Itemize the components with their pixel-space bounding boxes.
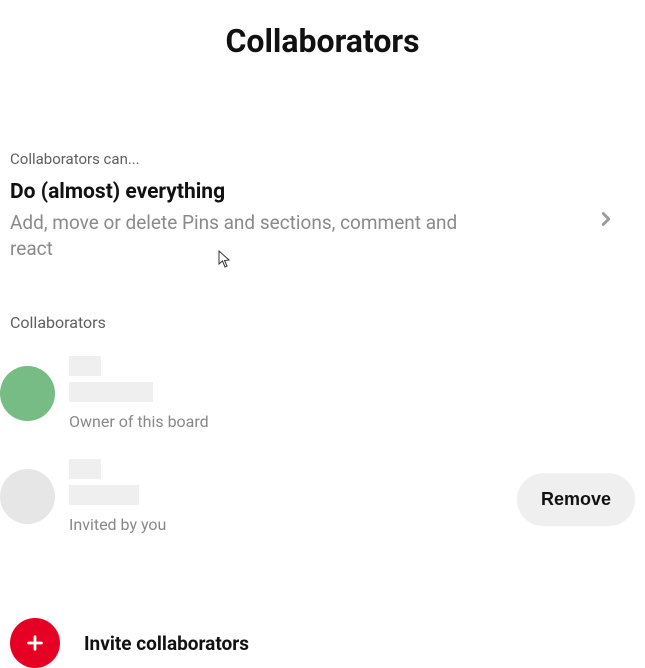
invite-collaborators-row[interactable]: Invite collaborators: [0, 618, 645, 668]
name-placeholder: [69, 485, 139, 505]
page-title: Collaborators: [0, 0, 645, 80]
name-placeholder: [69, 459, 101, 479]
permission-subtitle: Add, move or delete Pins and sections, c…: [10, 210, 490, 261]
collaborator-info: Owner of this board: [69, 356, 209, 431]
avatar: [0, 366, 55, 421]
collaborator-row: Owner of this board: [0, 350, 645, 453]
permissions-section-label: Collaborators can...: [0, 150, 645, 168]
permission-text-wrap: Do (almost) everything Add, move or dele…: [10, 180, 490, 261]
permission-option-row[interactable]: Do (almost) everything Add, move or dele…: [0, 168, 645, 261]
permission-title: Do (almost) everything: [10, 180, 490, 204]
plus-icon: [10, 618, 60, 668]
collaborator-info: Invited by you: [69, 459, 166, 534]
avatar: [0, 469, 55, 524]
invite-label: Invite collaborators: [84, 632, 249, 655]
collaborators-section-label: Collaborators: [0, 313, 645, 332]
name-placeholder: [69, 356, 101, 376]
collaborator-row: Invited by you Remove: [0, 453, 645, 556]
collaborator-role: Owner of this board: [69, 412, 209, 431]
remove-button[interactable]: Remove: [517, 473, 635, 526]
name-placeholder: [69, 382, 153, 402]
chevron-right-icon: [595, 208, 617, 234]
collaborator-role: Invited by you: [69, 515, 166, 534]
collaborator-list: Owner of this board Invited by you Remov…: [0, 350, 645, 556]
